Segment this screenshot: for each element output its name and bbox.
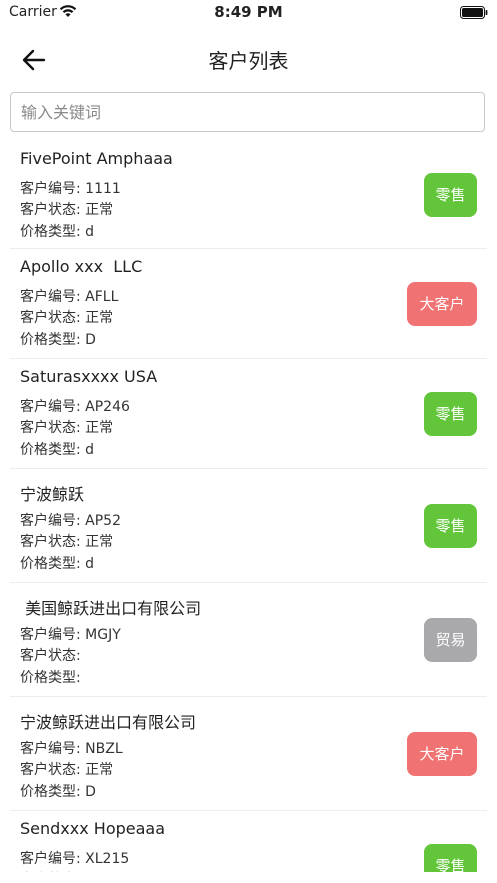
customer-row[interactable]: Sendxxx Hopeaaa客户编号: XL215客户状态: 价格类型: 零售	[10, 811, 487, 872]
customer-price-type: 价格类型: d	[20, 556, 95, 572]
customer-name: 宁波鲸跃进出口有限公司	[20, 713, 197, 732]
customer-name: Sendxxx Hopeaaa	[20, 819, 166, 838]
customer-row[interactable]: Saturasxxxx USA 客户编号: AP246 客户状态: 正常 价格类型: …	[10, 359, 487, 469]
customer-price-type: 价格类型: d	[20, 442, 95, 458]
customer-name: 宁波鲸跃	[20, 485, 85, 504]
customer-status: 客户状态:	[20, 869, 85, 872]
customer-row[interactable]: 美国鲸跃进出口有限公司 客户编号: MGJY 客户状态: 价格类型: 贸易	[10, 583, 487, 697]
customer-code: 客户编号: AP246	[20, 399, 130, 415]
search-input[interactable]	[10, 92, 485, 132]
page-title: 客户列表	[208, 49, 289, 73]
clock: 8:49 PM	[214, 3, 283, 21]
customer-status: 客户状态: 正常	[20, 202, 114, 218]
customer-type-badge[interactable]: 零售	[424, 173, 477, 217]
customer-name: Saturasxxxx USA	[20, 367, 158, 386]
customer-code: 客户编号: 1111	[20, 181, 121, 197]
customer-code: 客户编号: AFLL	[20, 289, 119, 305]
customer-name: Apollo xxx LLC	[20, 257, 143, 276]
customer-type-badge[interactable]: 大客户	[407, 732, 477, 776]
customer-status: 客户状态: 正常	[20, 420, 114, 436]
customer-status: 客户状态: 正常	[20, 534, 114, 550]
customer-type-badge[interactable]: 零售	[424, 844, 477, 872]
customer-row[interactable]: 宁波鲸跃客户编号: AP52 客户状态: 正常 价格类型: d 零售	[10, 469, 487, 583]
customer-code: 客户编号: NBZL	[20, 741, 123, 757]
customer-row[interactable]: Apollo xxx LLC 客户编号: AFLL 客户状态: 正常 价格类型: D 大…	[10, 249, 487, 359]
status-bar: Carrier 8:49 PM	[0, 0, 497, 26]
customer-row[interactable]: FivePoint Amphaaa 客户编号: 1111 客户状态: 正常 价格类型:…	[10, 141, 487, 249]
customer-price-type: 价格类型:	[20, 670, 86, 686]
customer-code: 客户编号: XL215	[20, 851, 130, 867]
navigation-bar: 客户列表	[0, 36, 497, 82]
battery-icon	[460, 6, 488, 19]
customer-row[interactable]: 宁波鲸跃进出口有限公司 客户编号: NBZL 客户状态: 正常 价格类型: D 大客户	[10, 697, 487, 811]
customer-price-type: 价格类型: D	[20, 784, 96, 800]
customer-code: 客户编号: MGJY	[20, 627, 121, 643]
customer-name: FivePoint Amphaaa	[20, 149, 173, 168]
customer-type-badge[interactable]: 贸易	[424, 618, 477, 662]
customer-status: 客户状态: 正常	[20, 310, 114, 326]
customer-status: 客户状态:	[20, 648, 86, 664]
customer-code: 客户编号: AP52	[20, 513, 122, 529]
customer-status: 客户状态: 正常	[20, 762, 114, 778]
customer-list[interactable]: FivePoint Amphaaa 客户编号: 1111 客户状态: 正常 价格类型:…	[0, 141, 497, 872]
customer-price-type: 价格类型: D	[20, 332, 96, 348]
customer-type-badge[interactable]: 零售	[424, 392, 477, 436]
customer-name: 美国鲸跃进出口有限公司	[20, 599, 202, 618]
customer-type-badge[interactable]: 大客户	[407, 282, 477, 326]
customer-price-type: 价格类型: d	[20, 224, 95, 240]
customer-type-badge[interactable]: 零售	[424, 504, 477, 548]
